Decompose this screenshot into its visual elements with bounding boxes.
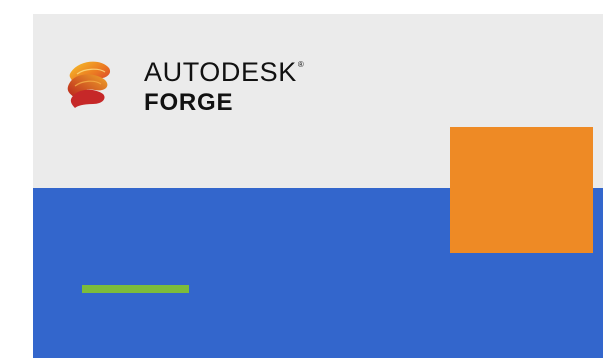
- trademark-symbol: ®: [297, 60, 305, 69]
- brand-product-name: FORGE: [144, 89, 234, 116]
- brand-wordmark: AUTODESK® FORGE: [144, 59, 304, 115]
- autodesk-forge-icon: [67, 61, 111, 108]
- brand-company-name: AUTODESK®: [144, 57, 305, 87]
- orange-accent-block: [450, 127, 593, 253]
- forge-banner: AUTODESK® FORGE: [33, 14, 603, 358]
- green-accent-bar: [82, 285, 189, 293]
